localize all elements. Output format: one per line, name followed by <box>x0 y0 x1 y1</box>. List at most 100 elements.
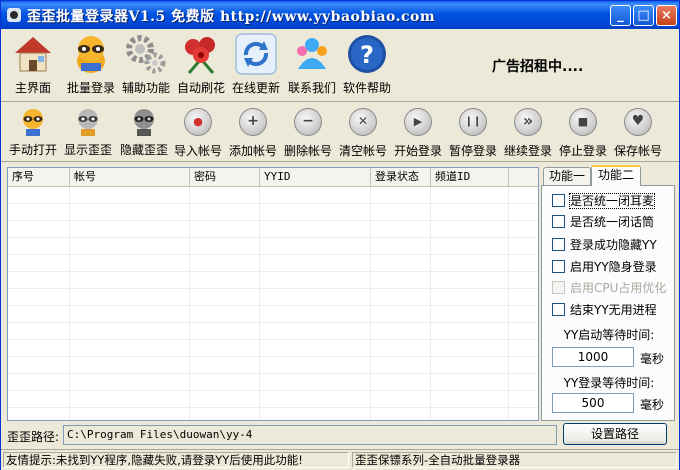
toolbar-home-button[interactable]: 主界面 <box>5 33 61 96</box>
column-header-account[interactable]: 帐号 <box>70 168 190 186</box>
column-divider <box>69 187 70 420</box>
roses-icon <box>179 33 223 75</box>
plus-icon: + <box>239 108 267 136</box>
clear-accounts-button[interactable]: ✕ 清空帐号 <box>336 107 390 159</box>
gears-icon <box>124 33 168 75</box>
save-accounts-button[interactable]: ♥ 保存帐号 <box>611 107 665 159</box>
pause-login-button[interactable]: ❙❙ 暂停登录 <box>446 107 500 159</box>
option-kill-processes[interactable]: 结束YY无用进程 <box>552 301 657 317</box>
maximize-button[interactable]: □ <box>633 5 654 26</box>
minimize-button[interactable]: _ <box>610 5 631 26</box>
column-header-yyid[interactable]: YYID <box>260 168 371 186</box>
status-product: 歪歪保镖系列-全自动批量登录器 <box>352 452 677 468</box>
toolbar-label: 开始登录 <box>393 144 442 158</box>
options-tabs: 功能一 功能二 <box>541 165 675 186</box>
delete-account-button[interactable]: − 删除帐号 <box>281 107 335 159</box>
option-label: 启用YY隐身登录 <box>570 260 657 274</box>
start-wait-unit: 毫秒 <box>640 352 665 366</box>
pause-icon: ❙❙ <box>459 108 487 136</box>
checkbox[interactable] <box>552 238 565 251</box>
option-label: 启用CPU占用优化 <box>570 281 667 295</box>
checkbox <box>552 281 565 294</box>
raccoon-icon <box>69 33 113 75</box>
checkbox[interactable] <box>552 303 565 316</box>
status-bar: 友情提示:未找到YY程序,隐藏失败,请登录YY后使用此功能! 歪歪保镖系列-全自… <box>1 449 679 470</box>
toolbar-contact-button[interactable]: 联系我们 <box>284 33 340 96</box>
raccoon-gray-icon <box>72 107 104 137</box>
column-header-password[interactable]: 密码 <box>190 168 260 186</box>
refresh-icon <box>234 33 278 75</box>
resume-login-button[interactable]: » 继续登录 <box>501 107 555 159</box>
people-icon <box>290 33 334 75</box>
toolbar-label: 辅助功能 <box>121 81 170 95</box>
title-bar[interactable]: 歪歪批量登录器V1.5 免费版 http://www.yybaobiao.com… <box>1 1 679 29</box>
stop-icon: ■ <box>569 108 597 136</box>
show-yy-button[interactable]: 显示歪歪 <box>61 107 115 158</box>
minus-icon: − <box>294 108 322 136</box>
column-divider <box>189 187 190 420</box>
tab-function-one[interactable]: 功能一 <box>543 167 591 185</box>
manual-open-button[interactable]: 手动打开 <box>6 107 60 158</box>
toolbar-assist-button[interactable]: 辅助功能 <box>118 33 174 96</box>
ad-text: 广告招租中.... <box>492 59 584 75</box>
column-header-filler <box>509 168 538 186</box>
path-bar: 歪歪路径: C:\Program Files\duowan\yy-4 设置路径 <box>1 422 679 448</box>
column-header-channel-id[interactable]: 频道ID <box>431 168 509 186</box>
stop-login-button[interactable]: ■ 停止登录 <box>556 107 610 159</box>
account-table[interactable]: 序号 帐号 密码 YYID 登录状态 频道ID <box>7 167 539 421</box>
help-icon: ? <box>345 33 389 75</box>
record-icon: ● <box>184 108 212 136</box>
option-mute-mic[interactable]: 是否统一闭话筒 <box>552 213 654 229</box>
option-mute-earphone[interactable]: 是否统一闭耳麦 <box>552 192 656 209</box>
login-wait-unit: 毫秒 <box>640 398 665 412</box>
hide-yy-button[interactable]: 隐藏歪歪 <box>117 107 171 158</box>
checkbox[interactable] <box>552 215 565 228</box>
toolbar-batch-login-button[interactable]: 批量登录 <box>63 33 119 96</box>
column-divider <box>508 187 509 420</box>
toolbar-label: 手动打开 <box>8 143 57 157</box>
toolbar-help-button[interactable]: ? 软件帮助 <box>339 33 395 96</box>
import-accounts-button[interactable]: ● 导入帐号 <box>171 107 225 159</box>
login-wait-label: YY登录等待时间: <box>563 376 655 390</box>
raccoon-dark-icon <box>128 107 160 137</box>
tab-function-two[interactable]: 功能二 <box>591 165 641 186</box>
column-header-login-status[interactable]: 登录状态 <box>371 168 431 186</box>
column-divider <box>370 187 371 420</box>
column-header-index[interactable]: 序号 <box>8 168 70 186</box>
option-hide-after-login[interactable]: 登录成功隐藏YY <box>552 236 657 252</box>
toolbar-update-button[interactable]: 在线更新 <box>228 33 284 96</box>
close-button[interactable]: × <box>656 5 677 26</box>
set-path-button[interactable]: 设置路径 <box>563 423 667 445</box>
toolbar-label: 保存帐号 <box>613 144 662 158</box>
toolbar-label: 批量登录 <box>66 81 115 95</box>
column-divider <box>259 187 260 420</box>
option-invisible-login[interactable]: 启用YY隐身登录 <box>552 258 657 274</box>
path-input[interactable]: C:\Program Files\duowan\yy-4 <box>63 425 557 445</box>
status-tip: 友情提示:未找到YY程序,隐藏失败,请登录YY后使用此功能! <box>3 452 349 468</box>
path-label: 歪歪路径: <box>7 430 60 444</box>
tab-content: 是否统一闭耳麦 是否统一闭话筒 登录成功隐藏YY 启用YY隐身登录 启用CPU占… <box>541 185 675 421</box>
table-header: 序号 帐号 密码 YYID 登录状态 频道ID <box>8 168 538 187</box>
checkbox[interactable] <box>552 260 565 273</box>
toolbar-label: 隐藏歪歪 <box>119 143 168 157</box>
toolbar-label: 添加帐号 <box>228 144 277 158</box>
toolbar-label: 主界面 <box>14 81 51 95</box>
start-wait-input[interactable]: 1000 <box>552 347 634 367</box>
checkbox[interactable] <box>552 194 565 207</box>
toolbar-label: 清空帐号 <box>338 144 387 158</box>
toolbar-label: 暂停登录 <box>448 144 497 158</box>
column-divider <box>430 187 431 420</box>
add-account-button[interactable]: + 添加帐号 <box>226 107 280 159</box>
x-icon: ✕ <box>349 108 377 136</box>
table-body[interactable] <box>8 187 538 420</box>
play-icon: ▶ <box>404 108 432 136</box>
toolbar-label: 显示歪歪 <box>63 143 112 157</box>
option-label: 是否统一闭耳麦 <box>568 193 656 209</box>
svg-text:?: ? <box>360 41 374 69</box>
toolbar-label: 继续登录 <box>503 144 552 158</box>
toolbar-flowers-button[interactable]: 自动刷花 <box>173 33 229 96</box>
start-login-button[interactable]: ▶ 开始登录 <box>391 107 445 159</box>
house-icon <box>11 33 55 75</box>
action-toolbar: 手动打开 显示歪歪 隐藏歪歪 ● 导入帐号 + 添加帐号 − 删除帐号 ✕ 清空… <box>1 103 679 162</box>
login-wait-input[interactable]: 500 <box>552 393 634 413</box>
